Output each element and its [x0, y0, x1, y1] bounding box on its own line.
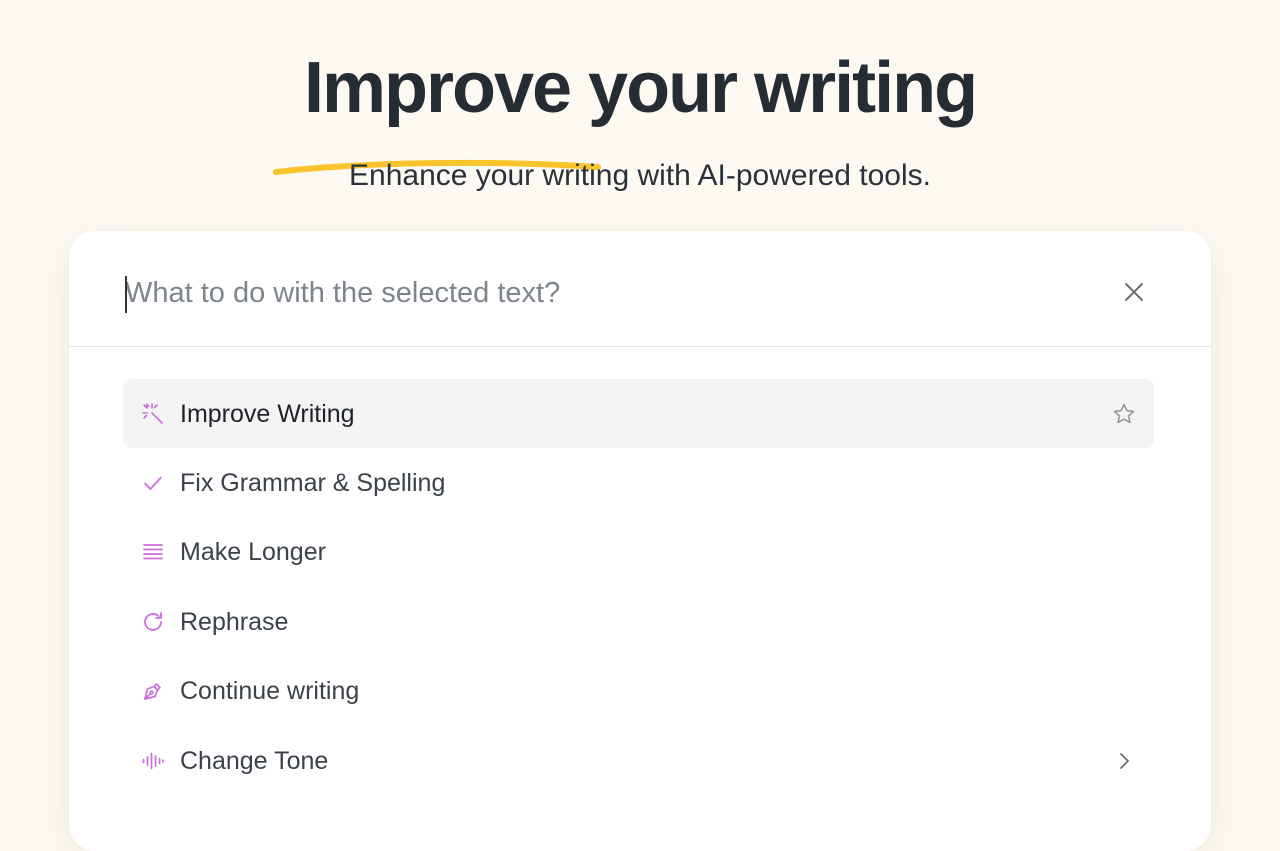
page-title: Improve your writing	[303, 48, 978, 128]
audio-wave-icon	[142, 752, 164, 769]
refresh-icon	[144, 611, 162, 631]
star-icon[interactable]	[1112, 402, 1136, 426]
magic-wand-icon	[142, 402, 163, 424]
command-item-improve-writing[interactable]: Improve Writing	[123, 379, 1154, 449]
text-lines-icon	[143, 544, 163, 560]
command-item-continue-writing[interactable]: Continue writing	[123, 657, 1154, 726]
checkmark-icon	[144, 476, 162, 490]
command-item-make-longer[interactable]: Make Longer	[123, 518, 1154, 587]
command-item-change-tone[interactable]: Change Tone	[123, 726, 1154, 795]
close-icon[interactable]	[1121, 279, 1147, 305]
chevron-right-icon[interactable]	[1112, 749, 1136, 773]
command-search-input[interactable]	[125, 271, 1085, 315]
page-subtitle: Enhance your writing with AI-powered too…	[349, 159, 931, 192]
search-bar	[69, 231, 1211, 347]
command-item-label: Change Tone	[180, 746, 329, 775]
pen-nib-icon	[144, 683, 161, 701]
command-item-label: Continue writing	[180, 677, 360, 706]
command-item-label: Rephrase	[180, 607, 289, 636]
command-item-fix-grammar[interactable]: Fix Grammar & Spelling	[123, 448, 1154, 517]
command-item-label: Fix Grammar & Spelling	[180, 469, 446, 498]
command-item-label: Improve Writing	[180, 399, 355, 428]
text-caret	[125, 276, 127, 313]
command-item-label: Make Longer	[180, 538, 326, 567]
hero: Improve your writing	[0, 46, 1280, 175]
command-item-rephrase[interactable]: Rephrase	[123, 587, 1154, 656]
command-panel: Improve Writing Fix Grammar & Spelling M…	[69, 231, 1211, 851]
command-list: Improve Writing Fix Grammar & Spelling M…	[123, 379, 1154, 795]
